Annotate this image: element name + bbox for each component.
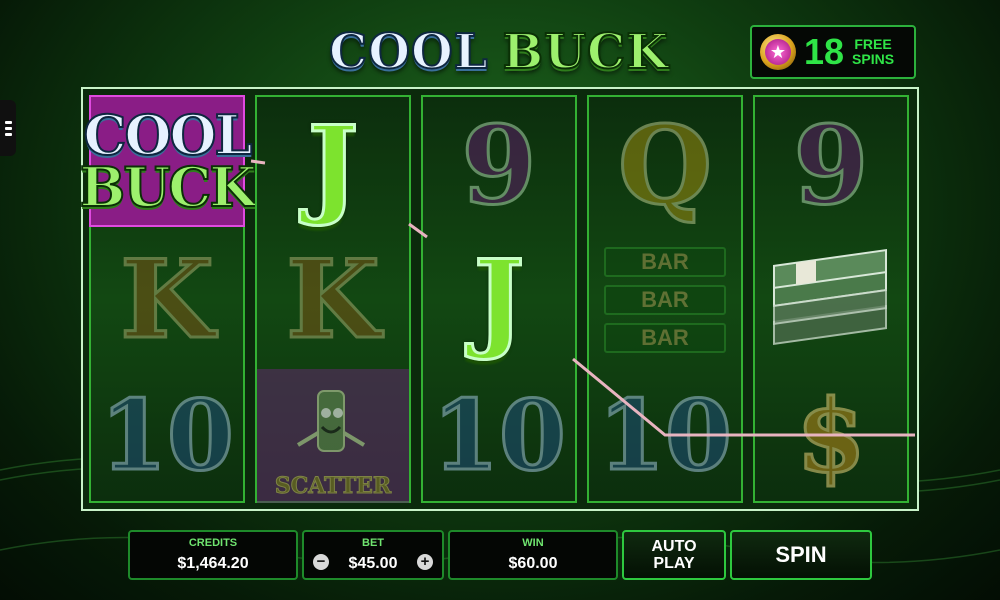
star-coin-icon: ★ bbox=[760, 34, 796, 70]
win-display: WIN $60.00 bbox=[448, 530, 618, 580]
win-value: $60.00 bbox=[508, 555, 558, 572]
game-logo: COOL BUCK bbox=[318, 23, 680, 81]
menu-button[interactable] bbox=[0, 100, 16, 156]
reel-area: K 10 COOL BUCK J K SCATTER 9 J 10 Q BAR … bbox=[79, 87, 919, 511]
win-label: WIN bbox=[522, 537, 544, 549]
bet-display: BET $45.00 − + bbox=[302, 530, 444, 580]
logo-word-cool: COOL bbox=[328, 23, 489, 81]
winning-payline bbox=[250, 159, 915, 437]
free-spins-label: FREE SPINS bbox=[852, 36, 895, 67]
credits-label: CREDITS bbox=[188, 537, 238, 549]
auto-play-button[interactable]: AUTO PLAY bbox=[622, 530, 726, 580]
free-spins-counter: ★ 18 FREE SPINS bbox=[750, 25, 916, 79]
hamburger-menu-icon bbox=[4, 120, 12, 124]
logo-word-buck: BUCK bbox=[502, 23, 669, 81]
free-spins-count: 18 bbox=[804, 31, 845, 72]
spin-button[interactable]: SPIN bbox=[730, 530, 872, 580]
credits-value: $1,464.20 bbox=[177, 555, 249, 572]
bet-label: BET bbox=[362, 537, 384, 549]
bet-decrease-button[interactable]: − bbox=[313, 554, 329, 570]
bet-increase-button[interactable]: + bbox=[417, 554, 433, 570]
credits-display: CREDITS $1,464.20 bbox=[128, 530, 298, 580]
